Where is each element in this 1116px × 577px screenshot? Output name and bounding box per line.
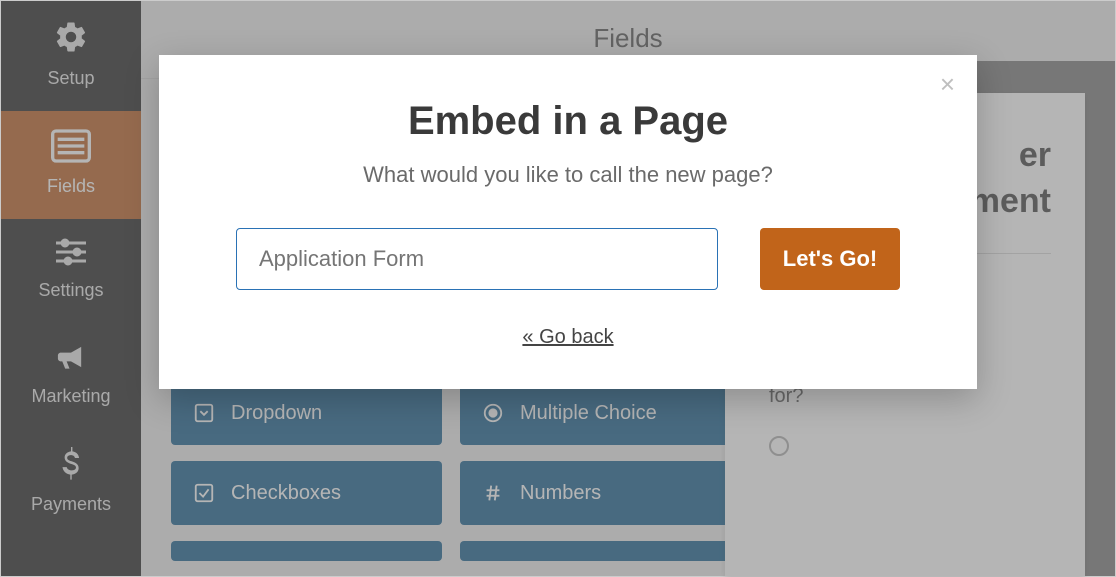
close-icon: × xyxy=(940,69,955,99)
embed-modal: × Embed in a Page What would you like to… xyxy=(159,55,977,389)
modal-title: Embed in a Page xyxy=(207,99,929,144)
modal-subtitle: What would you like to call the new page… xyxy=(207,162,929,188)
close-button[interactable]: × xyxy=(940,69,955,100)
go-back-link[interactable]: « Go back xyxy=(522,326,613,349)
lets-go-button[interactable]: Let's Go! xyxy=(760,228,900,290)
page-name-input[interactable] xyxy=(236,228,718,290)
